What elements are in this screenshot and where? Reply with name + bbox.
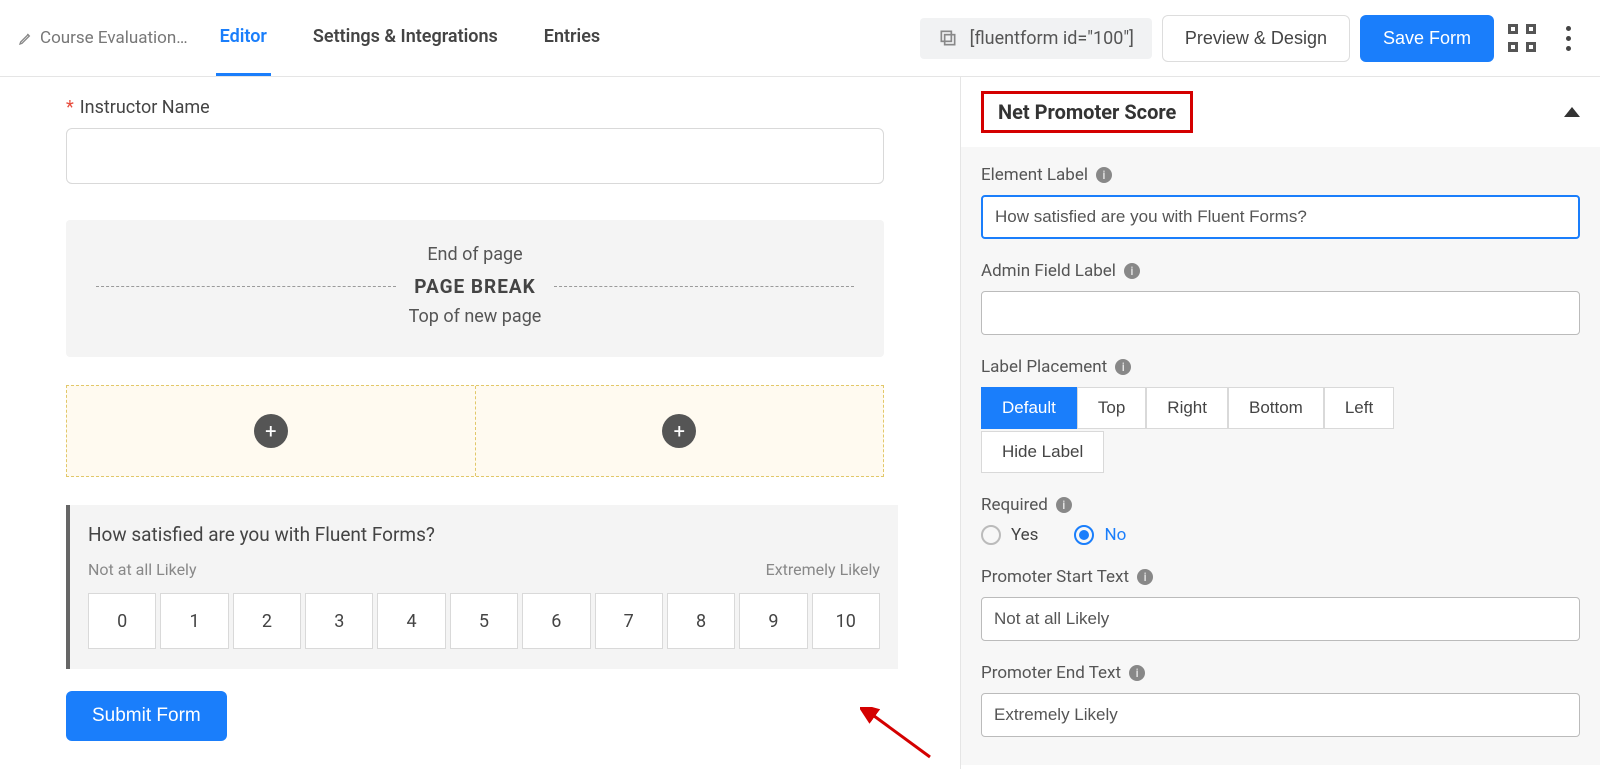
tabs: Editor Settings & Integrations Entries <box>216 0 605 76</box>
fullscreen-button[interactable] <box>1504 20 1540 56</box>
form-name[interactable]: Course Evaluation… <box>18 28 188 48</box>
dropzone-col-2[interactable]: + <box>476 386 884 476</box>
preview-design-button[interactable]: Preview & Design <box>1162 15 1350 62</box>
nps-option[interactable]: 5 <box>450 593 518 649</box>
required-no[interactable]: No <box>1074 525 1126 545</box>
top-bar: Course Evaluation… Editor Settings & Int… <box>0 0 1600 77</box>
copy-icon <box>938 28 958 48</box>
required-label: Requiredi <box>981 495 1580 515</box>
info-icon[interactable]: i <box>1056 497 1072 513</box>
info-icon[interactable]: i <box>1096 167 1112 183</box>
admin-field-label-label: Admin Field Labeli <box>981 261 1580 281</box>
nps-option[interactable]: 8 <box>667 593 735 649</box>
promoter-start-input[interactable] <box>981 597 1580 641</box>
settings-panel: Net Promoter Score Element Labeli Admin … <box>960 77 1600 769</box>
instructor-name-label: * Instructor Name <box>66 97 920 118</box>
form-canvas: * Instructor Name End of page PAGE BREAK… <box>0 77 960 769</box>
fullscreen-icon <box>1508 24 1536 52</box>
nps-option[interactable]: 10 <box>812 593 880 649</box>
placement-top[interactable]: Top <box>1077 387 1146 429</box>
promoter-end-label: Promoter End Texti <box>981 663 1580 683</box>
page-break-block[interactable]: End of page PAGE BREAK Top of new page <box>66 220 884 357</box>
pencil-icon <box>18 30 34 46</box>
column-dropzone: + + <box>66 385 884 477</box>
placement-hide[interactable]: Hide Label <box>981 431 1104 473</box>
submit-form-button[interactable]: Submit Form <box>66 691 227 741</box>
instructor-name-input[interactable] <box>66 128 884 184</box>
label-placement-segmented: Default Top Right Bottom Left <box>981 387 1580 429</box>
placement-default[interactable]: Default <box>981 387 1077 429</box>
admin-field-label-input[interactable] <box>981 291 1580 335</box>
plus-icon: + <box>662 414 696 448</box>
annotation-arrow <box>860 707 940 767</box>
page-break-end: End of page <box>96 244 854 265</box>
shortcode-text: [fluentform id="100"] <box>970 28 1134 49</box>
info-icon[interactable]: i <box>1137 569 1153 585</box>
info-icon[interactable]: i <box>1129 665 1145 681</box>
nps-end-label: Extremely Likely <box>766 560 880 579</box>
nps-option[interactable]: 0 <box>88 593 156 649</box>
placement-bottom[interactable]: Bottom <box>1228 387 1324 429</box>
label-placement-label: Label Placementi <box>981 357 1580 377</box>
info-icon[interactable]: i <box>1124 263 1140 279</box>
nps-option[interactable]: 4 <box>377 593 445 649</box>
panel-title: Net Promoter Score <box>981 91 1193 133</box>
info-icon[interactable]: i <box>1115 359 1131 375</box>
required-asterisk: * <box>66 97 74 118</box>
nps-field-block[interactable]: How satisfied are you with Fluent Forms?… <box>66 505 898 669</box>
promoter-end-input[interactable] <box>981 693 1580 737</box>
page-break-top: Top of new page <box>96 306 854 327</box>
required-yes[interactable]: Yes <box>981 525 1038 545</box>
promoter-start-label: Promoter Start Texti <box>981 567 1580 587</box>
nps-question: How satisfied are you with Fluent Forms? <box>88 523 880 546</box>
form-name-text: Course Evaluation… <box>40 28 188 48</box>
nps-option[interactable]: 7 <box>595 593 663 649</box>
tab-entries[interactable]: Entries <box>540 0 604 76</box>
element-label-input[interactable] <box>981 195 1580 239</box>
nps-option[interactable]: 9 <box>739 593 807 649</box>
nps-option[interactable]: 6 <box>522 593 590 649</box>
dots-vertical-icon <box>1566 26 1571 51</box>
save-form-button[interactable]: Save Form <box>1360 15 1494 62</box>
nps-option[interactable]: 1 <box>160 593 228 649</box>
more-menu-button[interactable] <box>1550 20 1586 56</box>
placement-right[interactable]: Right <box>1146 387 1228 429</box>
dropzone-col-1[interactable]: + <box>67 386 476 476</box>
nps-option[interactable]: 2 <box>233 593 301 649</box>
placement-left[interactable]: Left <box>1324 387 1394 429</box>
shortcode-box[interactable]: [fluentform id="100"] <box>920 18 1152 59</box>
element-label-label: Element Labeli <box>981 165 1580 185</box>
page-break-title: PAGE BREAK <box>96 275 854 298</box>
tab-editor[interactable]: Editor <box>216 0 271 76</box>
nps-option[interactable]: 3 <box>305 593 373 649</box>
chevron-up-icon[interactable] <box>1564 107 1580 117</box>
nps-scale: 0 1 2 3 4 5 6 7 8 9 10 <box>88 593 880 649</box>
tab-settings[interactable]: Settings & Integrations <box>309 0 502 76</box>
plus-icon: + <box>254 414 288 448</box>
nps-start-label: Not at all Likely <box>88 560 197 579</box>
